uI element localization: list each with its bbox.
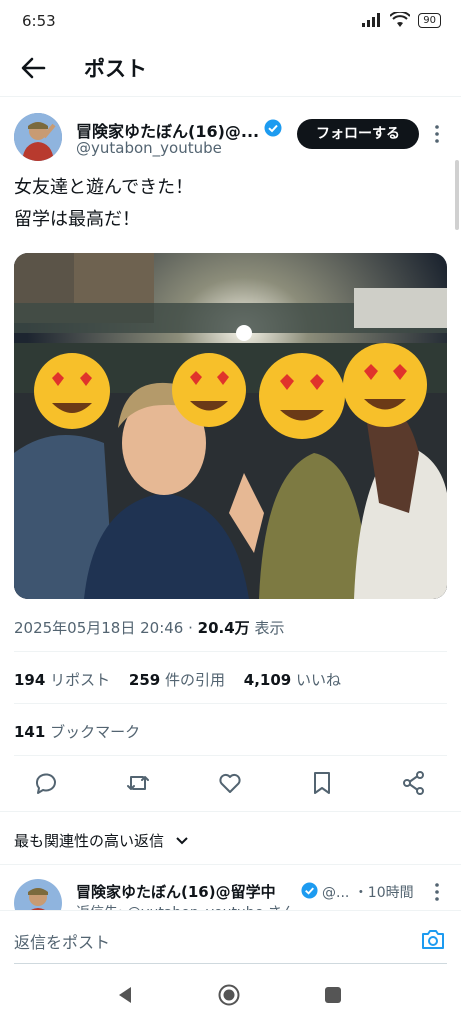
emoji-face [34, 353, 110, 429]
back-arrow-icon[interactable] [18, 54, 48, 82]
nav-back-icon[interactable] [114, 984, 136, 1006]
replies-sort-button[interactable]: 最も関連性の高い返信 [14, 830, 189, 851]
follow-button[interactable]: フォローする [297, 119, 419, 149]
reply-compose-bar: 返信をポスト [0, 910, 461, 967]
author-handle[interactable]: @yutabon_youtube [76, 139, 222, 157]
verified-badge-icon [301, 882, 318, 899]
share-icon[interactable] [401, 770, 427, 796]
avatar[interactable] [14, 113, 62, 161]
chevron-down-icon [176, 837, 188, 845]
repost-icon[interactable] [125, 770, 151, 796]
emoji-face [343, 343, 427, 427]
wifi-icon [390, 12, 411, 27]
views-count: 20.4万 [197, 619, 250, 637]
likes-stat[interactable]: 4,109 いいね [244, 671, 341, 689]
top-app-bar: ポスト [0, 40, 461, 97]
like-icon[interactable] [217, 770, 243, 796]
emoji-face [172, 353, 246, 427]
views-label: 表示 [254, 619, 285, 637]
status-icons: 90 [362, 12, 441, 28]
nav-home-icon[interactable] [218, 984, 240, 1006]
signal-icon [362, 13, 381, 27]
reposts-stat[interactable]: 194 リポスト [14, 671, 110, 689]
status-bar: 6:53 90 [0, 0, 461, 40]
post-text: 女友達と遊んできた！ 留学は最高だ！ [14, 172, 193, 236]
reply-icon[interactable] [33, 770, 59, 796]
post-text-line-1: 女友達と遊んできた！ [14, 177, 194, 198]
reply-input[interactable]: 返信をポスト [14, 929, 110, 953]
quotes-stat[interactable]: 259 件の引用 [129, 671, 225, 689]
status-time: 6:53 [22, 12, 56, 30]
nav-recents-icon[interactable] [322, 984, 344, 1006]
divider [0, 864, 461, 865]
system-nav-bar [0, 966, 461, 1024]
divider [14, 703, 447, 704]
divider [0, 811, 461, 812]
more-icon[interactable] [430, 124, 444, 144]
reply-meta: @... ・10時間 [322, 885, 414, 901]
bookmark-icon[interactable] [309, 770, 335, 796]
compose-underline [14, 963, 447, 964]
page-title: ポスト [84, 57, 147, 81]
post-photo[interactable] [14, 253, 447, 599]
post-meta: 2025年05月18日 20:46 · 20.4万 表示 [14, 619, 285, 637]
divider [14, 755, 447, 756]
post-text-line-2: 留学は最高だ！ [14, 209, 140, 230]
reply-more-icon[interactable] [430, 882, 444, 902]
emoji-face [259, 353, 345, 439]
camera-icon[interactable] [420, 927, 446, 951]
engagement-stats: 194 リポスト 259 件の引用 4,109 いいね [14, 669, 341, 690]
divider [14, 651, 447, 652]
verified-badge-icon [264, 119, 282, 137]
bookmarks-stat[interactable]: 141 ブックマーク [14, 721, 140, 742]
post-timestamp: 2025年05月18日 20:46 [14, 619, 184, 637]
battery-indicator: 90 [418, 12, 441, 28]
scrollbar[interactable] [455, 160, 459, 230]
reply-author-name[interactable]: 冒険家ゆたぼん(16)@留学中 [76, 881, 276, 902]
